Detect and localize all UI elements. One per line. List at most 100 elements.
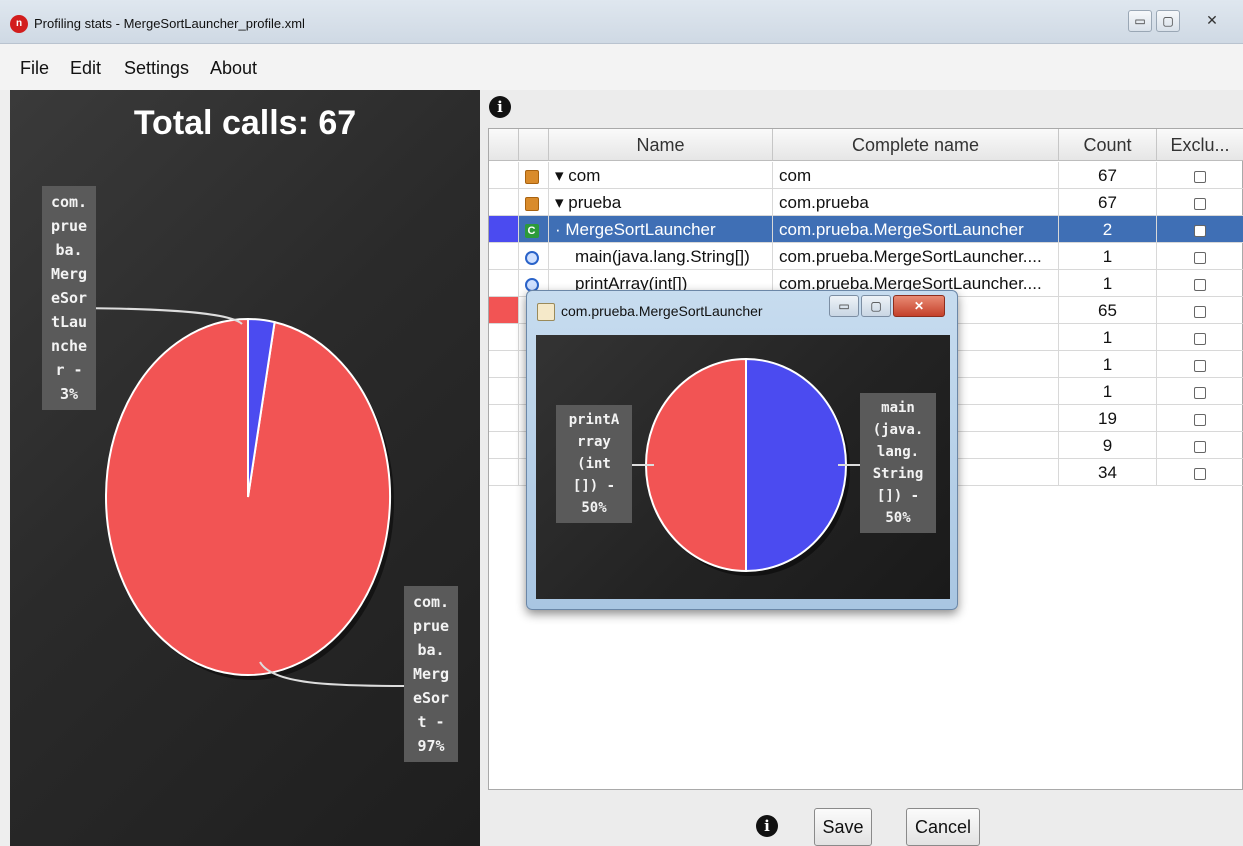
header-exclude[interactable]: Exclu... bbox=[1157, 129, 1243, 161]
profiler-window: n Profiling stats - MergeSortLauncher_pr… bbox=[0, 0, 1243, 846]
row-color-cell bbox=[489, 216, 519, 243]
row-color-cell bbox=[489, 297, 519, 324]
row-count: 1 bbox=[1059, 270, 1157, 297]
package-icon bbox=[524, 196, 539, 211]
row-complete-name: com.prueba bbox=[773, 189, 1059, 216]
exclude-checkbox[interactable] bbox=[1194, 197, 1206, 210]
info-icon-bottom[interactable]: i bbox=[756, 815, 778, 837]
row-exclude-cell bbox=[1157, 459, 1243, 486]
row-count: 1 bbox=[1059, 324, 1157, 351]
title-bar: n Profiling stats - MergeSortLauncher_pr… bbox=[0, 0, 1243, 44]
row-count: 2 bbox=[1059, 216, 1157, 243]
row-count: 1 bbox=[1059, 351, 1157, 378]
exclude-checkbox[interactable] bbox=[1194, 332, 1206, 345]
row-exclude-cell bbox=[1157, 270, 1243, 297]
row-count: 34 bbox=[1059, 459, 1157, 486]
header-count[interactable]: Count bbox=[1059, 129, 1157, 161]
row-color-cell bbox=[489, 243, 519, 270]
popup-pie-slice-0[interactable] bbox=[745, 357, 847, 573]
popup-maximize-button[interactable]: ▢ bbox=[861, 295, 891, 317]
row-exclude-cell bbox=[1157, 189, 1243, 216]
row-color-cell bbox=[489, 459, 519, 486]
slice-label-printarray: printA rray (int []) - 50% bbox=[556, 405, 632, 523]
popup-title: com.prueba.MergeSortLauncher bbox=[561, 303, 763, 319]
row-color-cell bbox=[489, 378, 519, 405]
popup-pie-slice-1[interactable] bbox=[645, 357, 747, 573]
exclude-checkbox[interactable] bbox=[1194, 170, 1206, 183]
row-complete-name: com.prueba.MergeSortLauncher.... bbox=[773, 243, 1059, 270]
row-complete-name: com.prueba.MergeSortLauncher bbox=[773, 216, 1059, 243]
row-color-cell bbox=[489, 432, 519, 459]
header-name[interactable]: Name bbox=[549, 129, 773, 161]
row-count: 1 bbox=[1059, 378, 1157, 405]
menu-about[interactable]: About bbox=[210, 58, 257, 79]
row-exclude-cell bbox=[1157, 432, 1243, 459]
row-exclude-cell bbox=[1157, 162, 1243, 189]
menu-edit[interactable]: Edit bbox=[70, 58, 101, 79]
popup-pie-chart-panel: printA rray (int []) - 50% main (java. l… bbox=[536, 335, 950, 599]
row-icon-cell: C bbox=[519, 216, 549, 243]
row-exclude-cell bbox=[1157, 297, 1243, 324]
exclude-checkbox[interactable] bbox=[1194, 386, 1206, 399]
row-exclude-cell bbox=[1157, 378, 1243, 405]
exclude-checkbox[interactable] bbox=[1194, 251, 1206, 264]
minimize-button[interactable]: ▭ bbox=[1128, 10, 1152, 32]
slice-label-main: main (java. lang. String []) - 50% bbox=[860, 393, 936, 533]
class-icon: C bbox=[524, 223, 539, 238]
row-icon-cell bbox=[519, 162, 549, 189]
exclude-checkbox[interactable] bbox=[1194, 278, 1206, 291]
row-complete-name: com bbox=[773, 162, 1059, 189]
exclude-checkbox[interactable] bbox=[1194, 305, 1206, 318]
row-count: 67 bbox=[1059, 162, 1157, 189]
exclude-checkbox[interactable] bbox=[1194, 224, 1206, 237]
popup-minimize-button[interactable]: ▭ bbox=[829, 295, 859, 317]
popup-close-button[interactable]: ✕ bbox=[893, 295, 945, 317]
exclude-checkbox[interactable] bbox=[1194, 359, 1206, 372]
row-name: ▾ prueba bbox=[549, 189, 773, 216]
main-pie-chart-panel: Total calls: 67 com. prue ba. Merg eSor … bbox=[10, 90, 480, 846]
header-color bbox=[489, 129, 519, 161]
row-exclude-cell bbox=[1157, 324, 1243, 351]
java-app-icon bbox=[537, 303, 555, 321]
row-color-cell bbox=[489, 189, 519, 216]
table-row[interactable]: main(java.lang.String[]) com.prueba.Merge… bbox=[489, 243, 1243, 270]
menu-file[interactable]: File bbox=[20, 58, 49, 79]
menu-bar: File Edit Settings About bbox=[0, 44, 1243, 90]
maximize-button[interactable]: ▢ bbox=[1156, 10, 1180, 32]
popup-window: com.prueba.MergeSortLauncher ▭ ▢ ✕ print… bbox=[526, 290, 958, 610]
row-name: ▾ com bbox=[549, 162, 773, 189]
row-color-cell bbox=[489, 270, 519, 297]
window-title: Profiling stats - MergeSortLauncher_prof… bbox=[34, 16, 305, 31]
row-name: main(java.lang.String[]) bbox=[549, 243, 773, 270]
package-icon bbox=[524, 169, 539, 184]
cancel-button[interactable]: Cancel bbox=[906, 808, 980, 846]
exclude-checkbox[interactable] bbox=[1194, 467, 1206, 480]
row-count: 65 bbox=[1059, 297, 1157, 324]
row-exclude-cell bbox=[1157, 243, 1243, 270]
table-row[interactable]: ▾ com com 67 bbox=[489, 162, 1243, 189]
menu-settings[interactable]: Settings bbox=[124, 58, 189, 79]
row-icon-cell bbox=[519, 243, 549, 270]
row-count: 9 bbox=[1059, 432, 1157, 459]
row-count: 19 bbox=[1059, 405, 1157, 432]
exclude-checkbox[interactable] bbox=[1194, 440, 1206, 453]
row-color-cell bbox=[489, 324, 519, 351]
table-row[interactable]: ▾ prueba com.prueba 67 bbox=[489, 189, 1243, 216]
exclude-checkbox[interactable] bbox=[1194, 413, 1206, 426]
row-color-cell bbox=[489, 162, 519, 189]
row-color-cell bbox=[489, 351, 519, 378]
table-row[interactable]: C · MergeSortLauncher com.prueba.MergeSort… bbox=[489, 216, 1243, 243]
method-icon bbox=[524, 250, 539, 265]
close-button[interactable]: ✕ bbox=[1200, 10, 1224, 32]
info-icon[interactable]: i bbox=[489, 96, 511, 118]
header-complete-name[interactable]: Complete name bbox=[773, 129, 1059, 161]
slice-label-mergesortlauncher: com. prue ba. Merg eSor tLau nche r - 3% bbox=[42, 186, 96, 410]
slice-label-mergesort: com. prue ba. Merg eSor t - 97% bbox=[404, 586, 458, 762]
app-logo-icon: n bbox=[10, 15, 28, 33]
row-color-cell bbox=[489, 405, 519, 432]
save-button[interactable]: Save bbox=[814, 808, 872, 846]
row-icon-cell bbox=[519, 189, 549, 216]
row-count: 67 bbox=[1059, 189, 1157, 216]
header-icon bbox=[519, 129, 549, 161]
row-name: · MergeSortLauncher bbox=[549, 216, 773, 243]
